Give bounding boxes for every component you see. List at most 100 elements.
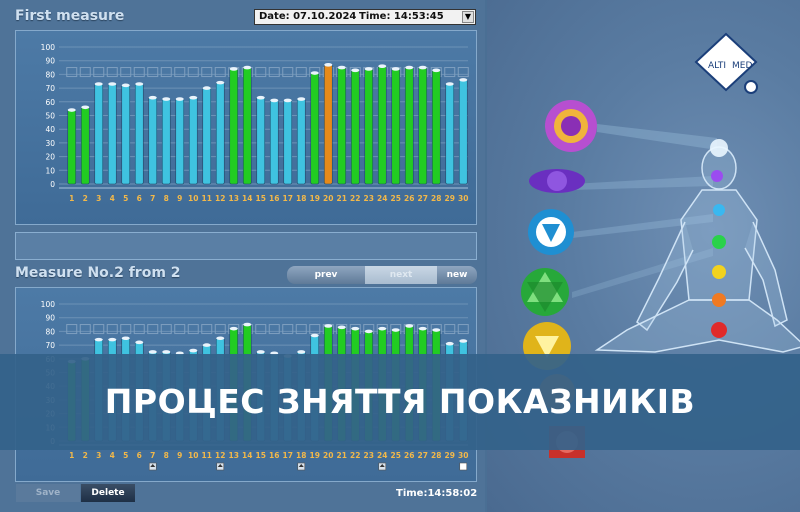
bar[interactable] <box>94 83 104 185</box>
prev-button[interactable]: prev <box>287 266 365 284</box>
x-tick-label: 3 <box>96 451 101 460</box>
y-tick-label: 40 <box>45 125 55 134</box>
x-tick-label: 7 <box>150 194 155 203</box>
bar-cap <box>351 326 360 331</box>
logo-text-alti: ALTI <box>708 61 726 71</box>
bar[interactable] <box>377 65 387 185</box>
x-tick-label: 2 <box>83 194 88 203</box>
x-tick-label: 16 <box>269 451 279 460</box>
norm-box <box>133 324 145 335</box>
bar[interactable] <box>458 79 468 185</box>
second-measure-title: Measure No.2 from 2 <box>15 265 181 281</box>
bar[interactable] <box>229 68 239 185</box>
bar[interactable] <box>418 67 428 185</box>
bar-cap <box>337 325 346 330</box>
crown-chakra-icon <box>545 100 597 152</box>
x-tick-label: 18 <box>296 194 306 203</box>
next-button[interactable]: next <box>365 266 437 284</box>
x-tick-label: 21 <box>337 451 347 460</box>
x-tick-label: 23 <box>364 194 374 203</box>
bar[interactable] <box>364 68 374 185</box>
x-tick-label: 2 <box>83 451 88 460</box>
bar-cap <box>418 65 427 70</box>
bar[interactable] <box>404 67 414 185</box>
bar-cap <box>121 336 130 341</box>
bar-cap <box>459 339 468 343</box>
x-tick-label: 22 <box>350 451 360 460</box>
x-tick-label: 13 <box>229 451 239 460</box>
y-tick-label: 80 <box>45 327 55 336</box>
norm-box <box>255 324 267 335</box>
third-eye-chakra-icon <box>529 169 585 193</box>
bar[interactable] <box>161 98 171 185</box>
norm-box <box>79 67 91 78</box>
bar[interactable] <box>107 83 117 185</box>
bar-cap <box>364 329 373 334</box>
bar[interactable] <box>391 68 401 185</box>
x-tick-label: 10 <box>188 451 198 460</box>
marker-box[interactable] <box>459 462 468 471</box>
norm-box <box>457 67 469 78</box>
norm-box <box>147 324 159 335</box>
y-tick-label: 100 <box>41 43 56 52</box>
bar[interactable] <box>445 83 455 185</box>
x-tick-label: 18 <box>296 451 306 460</box>
bar[interactable] <box>350 69 360 185</box>
norm-box <box>444 324 456 335</box>
bar[interactable] <box>431 69 441 185</box>
bar[interactable] <box>215 82 225 185</box>
y-tick-label: 60 <box>45 98 55 107</box>
x-tick-label: 5 <box>123 451 128 460</box>
measure-time: Time:14:58:02 <box>396 488 478 499</box>
x-tick-label: 5 <box>123 194 128 203</box>
bar-cap <box>189 348 198 353</box>
y-tick-label: 70 <box>45 84 55 93</box>
bar-cap <box>162 97 171 101</box>
date-time-select[interactable]: Date: 07.10.2024 Time: 14:53:45 ▼ <box>254 9 476 25</box>
bar[interactable] <box>67 109 77 185</box>
norm-box <box>133 67 145 78</box>
bar[interactable] <box>310 72 320 185</box>
bar[interactable] <box>202 87 212 185</box>
x-tick-label: 1 <box>69 451 74 460</box>
sacral-point <box>712 293 726 307</box>
x-tick-label: 12 <box>215 194 225 203</box>
delete-button[interactable]: Delete <box>81 484 135 502</box>
bar-cap <box>405 324 414 328</box>
bar[interactable] <box>283 100 293 185</box>
norm-box <box>214 324 226 335</box>
save-button[interactable]: Save <box>16 484 80 502</box>
bar[interactable] <box>256 97 266 185</box>
new-button[interactable]: new <box>437 266 477 284</box>
bar[interactable] <box>296 98 306 185</box>
norm-box <box>187 67 199 78</box>
bar-cap <box>216 80 225 85</box>
bar[interactable] <box>188 97 198 185</box>
bar[interactable] <box>121 85 131 185</box>
bar[interactable] <box>80 106 90 185</box>
bar-cap <box>445 341 454 346</box>
heart-point <box>712 235 726 249</box>
norm-box <box>160 67 172 78</box>
norm-box <box>282 67 294 78</box>
measure-navigation: prev next new <box>287 266 477 284</box>
bar[interactable] <box>242 67 252 185</box>
heart-chakra-icon <box>521 268 569 316</box>
bar[interactable] <box>337 67 347 185</box>
x-tick-label: 20 <box>323 451 333 460</box>
throat-point <box>713 204 725 216</box>
bar[interactable] <box>134 83 144 185</box>
norm-box <box>295 324 307 335</box>
bar[interactable] <box>269 100 279 185</box>
bar[interactable] <box>323 64 333 185</box>
first-measure-chart: 100 90 80 70 60 50 40 30 20 10 0 1 2 3 4 5 6 7 8 9 10 11 12 13 1… <box>15 30 477 225</box>
y-tick-label: 80 <box>45 70 55 79</box>
x-tick-label: 23 <box>364 451 374 460</box>
bar[interactable] <box>148 97 158 185</box>
bar[interactable] <box>175 98 185 185</box>
x-tick-label: 8 <box>164 194 169 203</box>
chevron-down-icon[interactable]: ▼ <box>462 11 474 23</box>
bar-cap <box>432 328 441 332</box>
y-tick-label: 90 <box>45 314 55 323</box>
y-tick-label: 30 <box>45 139 55 148</box>
